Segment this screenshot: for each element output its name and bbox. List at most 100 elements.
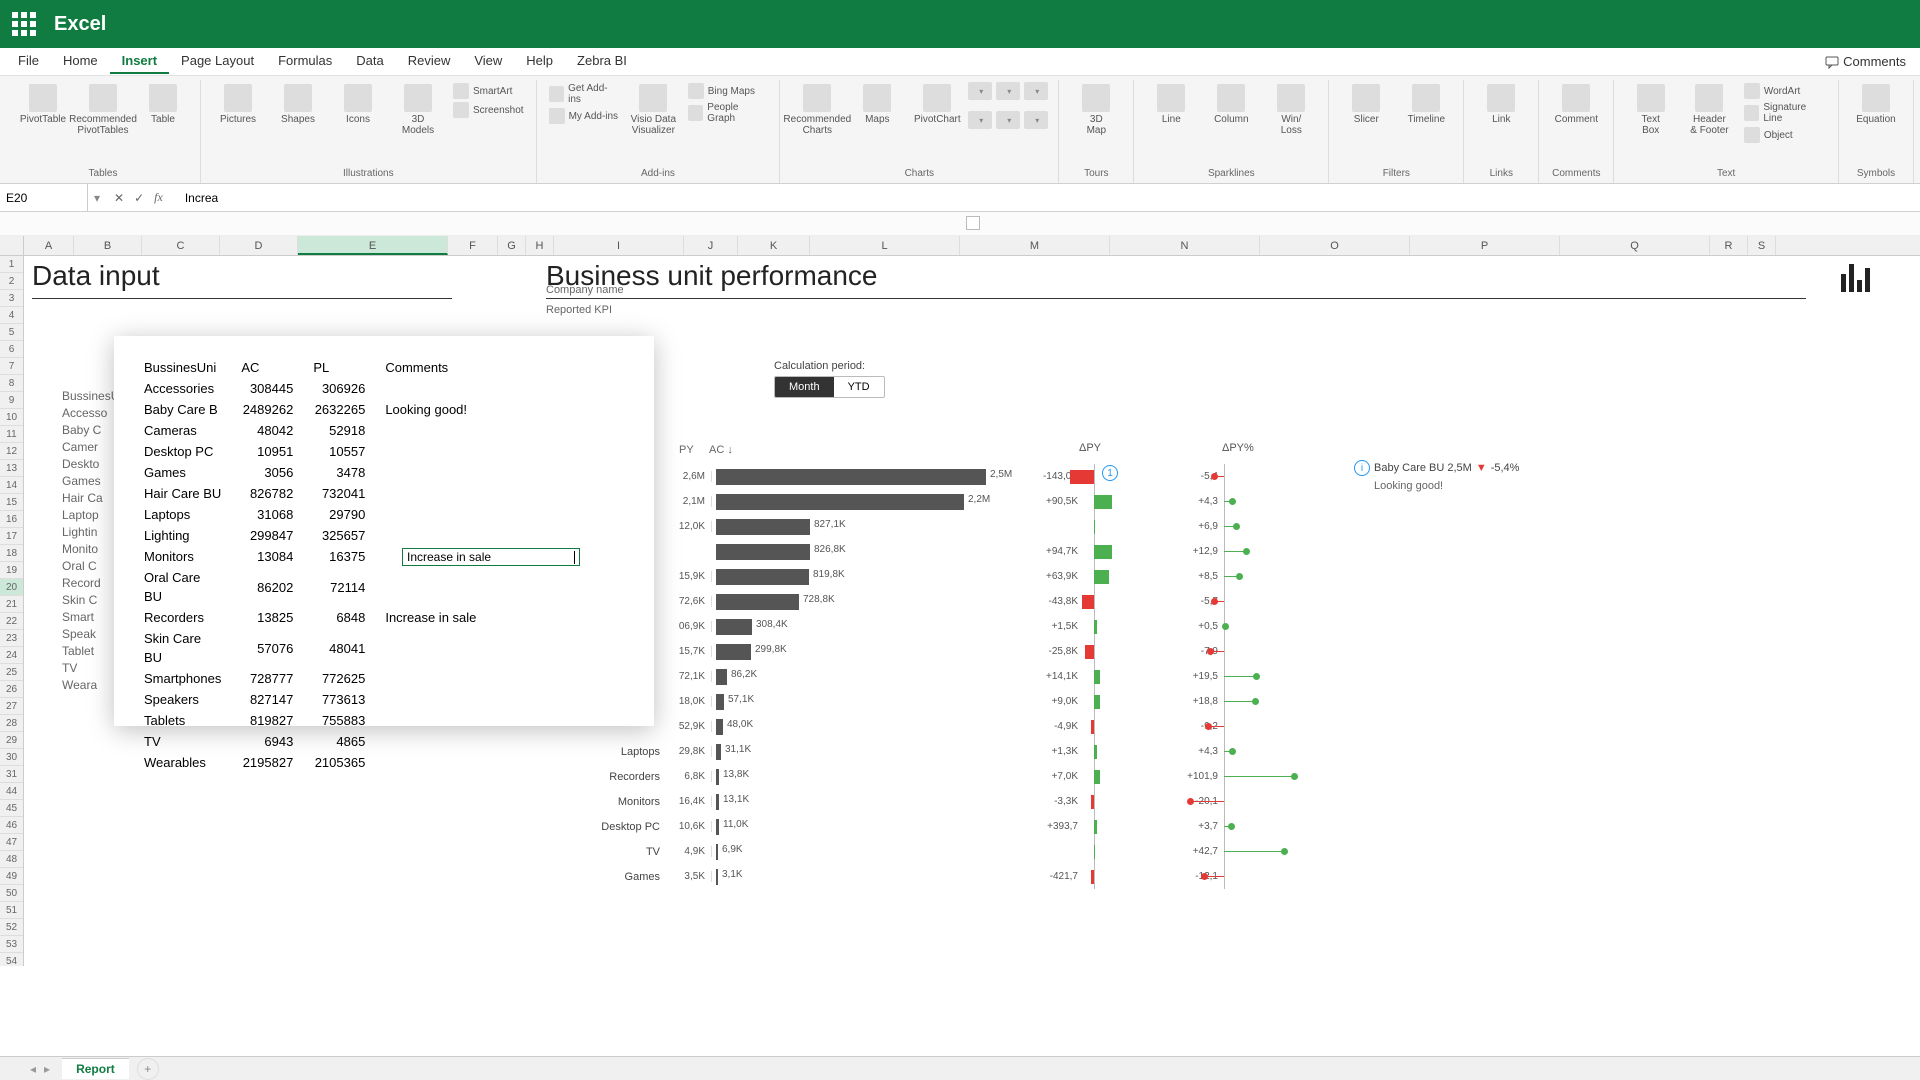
chart-row-badge[interactable]: 1	[1102, 465, 1118, 481]
app-launcher-icon[interactable]	[12, 12, 36, 36]
col-header-P[interactable]: P	[1410, 236, 1560, 255]
row-header-44[interactable]: 44	[0, 783, 23, 800]
chart-type-icon[interactable]	[968, 111, 992, 129]
comments-button[interactable]: Comments	[1825, 54, 1906, 69]
chart-type-icon[interactable]	[996, 82, 1020, 100]
row-header-6[interactable]: 6	[0, 341, 23, 358]
row-header-10[interactable]: 10	[0, 409, 23, 426]
row-header-52[interactable]: 52	[0, 919, 23, 936]
menu-page-layout[interactable]: Page Layout	[169, 49, 266, 74]
row-header-24[interactable]: 24	[0, 647, 23, 664]
ribbon-smartart[interactable]: SmartArt	[449, 82, 528, 100]
chart-type-icon[interactable]	[1024, 82, 1048, 100]
row-header-9[interactable]: 9	[0, 392, 23, 409]
ribbon-equation[interactable]: Equation	[1847, 82, 1905, 127]
row-header-2[interactable]: 2	[0, 273, 23, 290]
add-sheet-button[interactable]: +	[137, 1058, 159, 1080]
menu-home[interactable]: Home	[51, 49, 110, 74]
row-header-48[interactable]: 48	[0, 851, 23, 868]
ribbon-comment[interactable]: Comment	[1547, 82, 1605, 127]
ribbon-header-&-footer[interactable]: Header& Footer	[1681, 82, 1738, 144]
col-header-H[interactable]: H	[526, 236, 554, 255]
col-header-G[interactable]: G	[498, 236, 526, 255]
grid[interactable]: Data input Business unit performance Com…	[24, 256, 1920, 966]
row-header-46[interactable]: 46	[0, 817, 23, 834]
col-header-D[interactable]: D	[220, 236, 298, 255]
col-header-K[interactable]: K	[738, 236, 810, 255]
col-header-R[interactable]: R	[1710, 236, 1748, 255]
accept-formula-icon[interactable]: ✓	[134, 191, 144, 205]
row-header-29[interactable]: 29	[0, 732, 23, 749]
row-header-8[interactable]: 8	[0, 375, 23, 392]
col-header-O[interactable]: O	[1260, 236, 1410, 255]
ribbon-3d-map[interactable]: 3DMap	[1067, 82, 1125, 138]
ribbon-signature-line[interactable]: Signature Line	[1740, 101, 1830, 125]
col-header-Q[interactable]: Q	[1560, 236, 1710, 255]
row-header-54[interactable]: 54	[0, 953, 23, 966]
row-header-11[interactable]: 11	[0, 426, 23, 443]
ribbon-link[interactable]: Link	[1472, 82, 1530, 127]
row-header-25[interactable]: 25	[0, 664, 23, 681]
ribbon-bing-maps[interactable]: Bing Maps	[684, 82, 772, 100]
ribbon-shapes[interactable]: Shapes	[269, 82, 327, 138]
row-header-47[interactable]: 47	[0, 834, 23, 851]
row-header-50[interactable]: 50	[0, 885, 23, 902]
ribbon-get-add-ins[interactable]: Get Add-ins	[545, 82, 623, 106]
name-box-dropdown-icon[interactable]: ▾	[88, 191, 106, 205]
row-header-23[interactable]: 23	[0, 630, 23, 647]
row-header-18[interactable]: 18	[0, 545, 23, 562]
row-header-21[interactable]: 21	[0, 596, 23, 613]
col-header-E[interactable]: E	[298, 236, 448, 255]
pane-toggle-icon[interactable]	[966, 216, 980, 230]
row-header-19[interactable]: 19	[0, 562, 23, 579]
row-header-51[interactable]: 51	[0, 902, 23, 919]
cancel-formula-icon[interactable]: ✕	[114, 191, 124, 205]
ribbon-people-graph[interactable]: People Graph	[684, 101, 772, 125]
ribbon-pivotchart[interactable]: PivotChart	[908, 82, 966, 138]
row-header-26[interactable]: 26	[0, 681, 23, 698]
col-header-A[interactable]: A	[24, 236, 74, 255]
fx-icon[interactable]: fx	[154, 190, 169, 205]
row-header-22[interactable]: 22	[0, 613, 23, 630]
row-header-5[interactable]: 5	[0, 324, 23, 341]
row-header-30[interactable]: 30	[0, 749, 23, 766]
ribbon-wordart[interactable]: WordArt	[1740, 82, 1830, 100]
row-header-7[interactable]: 7	[0, 358, 23, 375]
calc-period-ytd[interactable]: YTD	[834, 377, 884, 397]
col-header-L[interactable]: L	[810, 236, 960, 255]
row-header-12[interactable]: 12	[0, 443, 23, 460]
ribbon-win-loss[interactable]: Win/Loss	[1262, 82, 1320, 138]
row-header-28[interactable]: 28	[0, 715, 23, 732]
sheet-tab-report[interactable]: Report	[62, 1058, 129, 1079]
chart-type-icon[interactable]	[968, 82, 992, 100]
col-header-J[interactable]: J	[684, 236, 738, 255]
row-header-3[interactable]: 3	[0, 290, 23, 307]
menu-view[interactable]: View	[462, 49, 514, 74]
ribbon-icons[interactable]: Icons	[329, 82, 387, 138]
ribbon-recommended-charts[interactable]: RecommendedCharts	[788, 82, 846, 138]
row-header-14[interactable]: 14	[0, 477, 23, 494]
chart-type-icon[interactable]	[996, 111, 1020, 129]
col-header-C[interactable]: C	[142, 236, 220, 255]
name-box[interactable]: E20	[0, 184, 88, 211]
row-header-16[interactable]: 16	[0, 511, 23, 528]
ribbon-3d-models[interactable]: 3DModels	[389, 82, 447, 138]
menu-review[interactable]: Review	[396, 49, 463, 74]
row-header-1[interactable]: 1	[0, 256, 23, 273]
tab-next-icon[interactable]: ▸	[44, 1062, 50, 1076]
ribbon-visio-data-visualizer[interactable]: Visio DataVisualizer	[625, 82, 682, 138]
ribbon-recommended-pivottables[interactable]: RecommendedPivotTables	[74, 82, 132, 138]
row-header-31[interactable]: 31	[0, 766, 23, 783]
ribbon-column[interactable]: Column	[1202, 82, 1260, 138]
ribbon-pivottable[interactable]: PivotTable	[14, 82, 72, 138]
formula-input[interactable]: Increa	[177, 191, 1920, 205]
ribbon-text-box[interactable]: TextBox	[1622, 82, 1679, 144]
ribbon-timeline[interactable]: Timeline	[1397, 82, 1455, 127]
ribbon-object[interactable]: Object	[1740, 126, 1830, 144]
row-header-45[interactable]: 45	[0, 800, 23, 817]
col-header-M[interactable]: M	[960, 236, 1110, 255]
calc-period-month[interactable]: Month	[775, 377, 834, 397]
col-header-S[interactable]: S	[1748, 236, 1776, 255]
ribbon-maps[interactable]: Maps	[848, 82, 906, 138]
menu-help[interactable]: Help	[514, 49, 565, 74]
